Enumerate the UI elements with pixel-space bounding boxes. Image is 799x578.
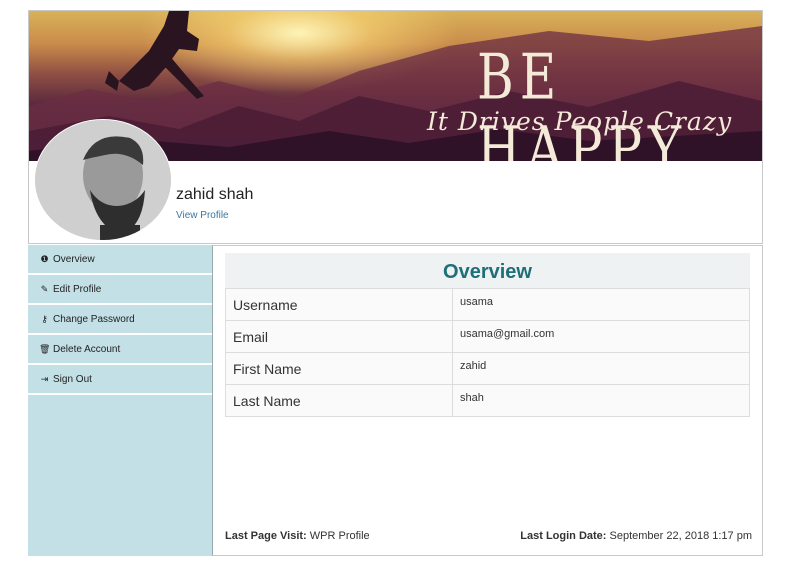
view-profile-link[interactable]: View Profile — [176, 210, 229, 221]
row-value: zahid — [452, 352, 750, 385]
table-row: Last Name shah — [225, 384, 750, 417]
sidebar-item-delete-account[interactable]: 🗑 Delete Account — [28, 335, 212, 365]
avatar — [34, 119, 172, 241]
overview-heading: Overview — [225, 253, 750, 288]
profile-info-table: Username usama Email usama@gmail.com Fir… — [225, 288, 750, 417]
sidebar-item-label: Overview — [53, 253, 95, 265]
sign-out-icon: ⇥ — [40, 373, 49, 384]
sidebar-item-sign-out[interactable]: ⇥ Sign Out — [28, 365, 212, 395]
sidebar-item-label: Edit Profile — [53, 283, 102, 295]
trash-icon: 🗑 — [39, 343, 51, 354]
last-page-visit-value: WPR Profile — [309, 530, 370, 542]
user-name: zahid shah — [176, 186, 254, 203]
row-value: usama — [452, 288, 750, 321]
last-page-visit: Last Page Visit: WPR Profile — [225, 530, 370, 542]
table-row: Username usama — [225, 288, 750, 321]
cover-tagline: It Drives People Crazy — [427, 107, 733, 136]
info-circle-icon: ❶ — [40, 253, 49, 264]
edit-icon: ✎ — [40, 283, 49, 294]
key-icon: ⚷ — [41, 313, 48, 324]
sidebar: ❶ Overview ✎ Edit Profile ⚷ Change Passw… — [28, 245, 212, 556]
row-label: Last Name — [225, 384, 453, 417]
sidebar-item-edit-profile[interactable]: ✎ Edit Profile — [28, 275, 212, 305]
sidebar-item-overview[interactable]: ❶ Overview — [28, 245, 212, 275]
sidebar-item-label: Delete Account — [53, 343, 121, 355]
profile-card: BE HAPPY It Drives People Crazy zahid sh… — [28, 10, 763, 244]
sidebar-item-change-password[interactable]: ⚷ Change Password — [28, 305, 212, 335]
last-login-date: Last Login Date: September 22, 2018 1:17… — [520, 530, 752, 542]
last-login-value: September 22, 2018 1:17 pm — [609, 530, 752, 542]
sidebar-item-label: Change Password — [53, 313, 135, 325]
row-value: usama@gmail.com — [452, 320, 750, 353]
cover-title: BE HAPPY — [477, 41, 688, 161]
row-label: Email — [225, 320, 453, 353]
last-login-label: Last Login Date: — [520, 530, 607, 542]
row-value: shah — [452, 384, 750, 417]
avatar-photo — [35, 120, 171, 240]
table-row: First Name zahid — [225, 352, 750, 385]
sidebar-item-label: Sign Out — [53, 373, 92, 385]
main-panel: Overview Username usama Email usama@gmai… — [212, 245, 763, 556]
table-row: Email usama@gmail.com — [225, 320, 750, 353]
row-label: First Name — [225, 352, 453, 385]
last-page-visit-label: Last Page Visit: — [225, 530, 307, 542]
row-label: Username — [225, 288, 453, 321]
